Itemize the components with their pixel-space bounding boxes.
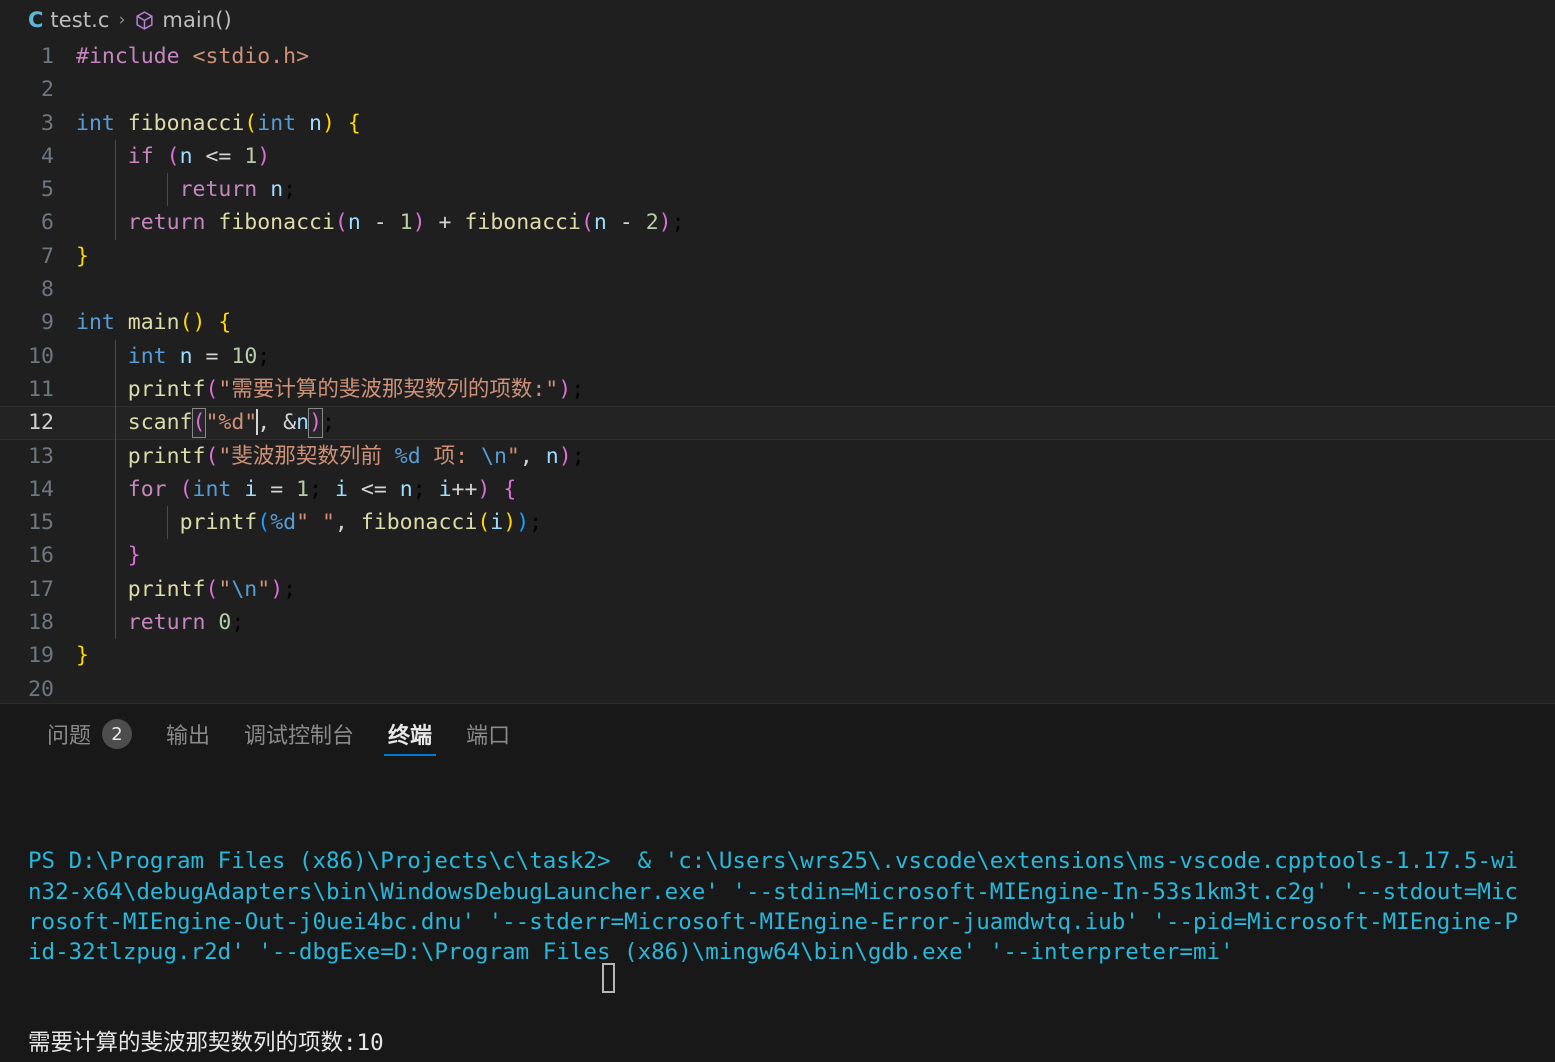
line-number: 13 (28, 443, 54, 469)
code-line[interactable]: 5 return n; (0, 173, 1555, 207)
code-text: scanf("%d", &n); (127, 408, 335, 439)
code-line[interactable]: 19 } (0, 639, 1555, 672)
code-line[interactable]: 9 int main() { (0, 306, 1555, 339)
code-line[interactable]: 16 } (0, 539, 1555, 573)
code-line[interactable]: 1 #include <stdio.h> (0, 40, 1555, 73)
code-text: } (76, 243, 89, 269)
line-number: 8 (41, 277, 54, 303)
line-number: 2 (41, 77, 54, 103)
code-editor[interactable]: C test.c › main() 1 #include <stdio.h> 2… (0, 0, 1555, 703)
tab-output[interactable]: 输出 (149, 704, 227, 764)
code-line[interactable]: 4 if (n <= 1) (0, 139, 1555, 174)
terminal-output[interactable]: PS D:\Program Files (x86)\Projects\c\tas… (0, 786, 1555, 1062)
terminal-command-line: PS D:\Program Files (x86)\Projects\c\tas… (28, 848, 1519, 966)
line-number: 19 (28, 643, 54, 669)
tab-problems-label: 问题 (47, 724, 92, 749)
bracket-match-open: ( (191, 408, 207, 439)
code-line[interactable]: 14 for (int i = 1; i <= n; i++) { (0, 472, 1555, 507)
code-text: printf(%d" ", fibonacci(i)); (179, 510, 543, 536)
bottom-panel[interactable]: 问题 2 输出 调试控制台 终端 端口 PS D:\Program Files … (0, 703, 1555, 1062)
code-line[interactable]: 6 return fibonacci(n - 1) + fibonacci(n … (0, 206, 1555, 240)
code-text: #include <stdio.h> (76, 44, 310, 69)
line-number: 9 (41, 310, 54, 336)
code-text: if (n <= 1) (127, 143, 271, 169)
code-text: } (127, 543, 141, 569)
code-text: for (int i = 1; i <= n; i++) { (127, 476, 517, 502)
line-number: 1 (41, 44, 54, 69)
tab-problems[interactable]: 问题 2 (30, 704, 149, 764)
line-number: 20 (28, 676, 54, 702)
line-number: 4 (41, 143, 54, 169)
line-number: 3 (41, 110, 54, 136)
line-number: 5 (41, 177, 54, 203)
line-number: 15 (28, 510, 54, 536)
code-text: printf("斐波那契数列前 %d 项: \n", n); (127, 443, 585, 469)
code-lines-container[interactable]: 1 #include <stdio.h> 2 3 int fibonacci(i… (0, 40, 1555, 703)
code-line[interactable]: 20 (0, 673, 1555, 703)
tab-terminal[interactable]: 终端 (371, 704, 449, 764)
terminal-cursor (602, 963, 615, 993)
code-text: return 0; (127, 610, 245, 636)
code-text: int main() { (76, 310, 232, 336)
code-line[interactable]: 15 printf(%d" ", fibonacci(i)); (0, 506, 1555, 540)
code-text: return fibonacci(n - 1) + fibonacci(n - … (127, 210, 685, 236)
line-number: 6 (41, 210, 54, 236)
problems-count-badge: 2 (102, 719, 133, 749)
breadcrumb-file-name[interactable]: test.c (50, 8, 109, 32)
code-line[interactable]: 17 printf("\n"); (0, 572, 1555, 607)
code-line[interactable]: 13 printf("斐波那契数列前 %d 项: \n", n); (0, 439, 1555, 473)
line-number: 17 (28, 576, 54, 602)
line-number: 10 (28, 343, 54, 369)
code-line[interactable]: 10 int n = 10; (0, 339, 1555, 373)
line-number: 12 (28, 410, 54, 436)
line-number: 11 (28, 376, 54, 402)
code-line-active[interactable]: 12 scanf("%d", &n); (0, 406, 1555, 440)
line-number: 14 (28, 476, 54, 502)
code-text: int fibonacci(int n) { (76, 110, 361, 136)
code-text: int n = 10; (127, 343, 271, 369)
breadcrumb-separator: › (118, 10, 126, 30)
line-number: 7 (41, 243, 54, 269)
c-file-icon: C (28, 7, 44, 32)
tab-ports[interactable]: 端口 (449, 704, 527, 764)
code-text: printf("需要计算的斐波那契数列的项数:"); (127, 376, 585, 402)
panel-tab-bar[interactable]: 问题 2 输出 调试控制台 终端 端口 (0, 704, 1555, 764)
line-number: 16 (28, 543, 54, 569)
line-number: 18 (28, 610, 54, 636)
terminal-output-line-1: 需要计算的斐波那契数列的项数:10 (28, 1029, 384, 1056)
cube-icon (134, 10, 155, 31)
code-text: return n; (179, 177, 297, 203)
tab-terminal-label: 终端 (388, 724, 433, 749)
code-line[interactable]: 7 } (0, 240, 1555, 273)
tab-debug-console-label: 调试控制台 (244, 724, 355, 749)
code-line[interactable]: 18 return 0; (0, 606, 1555, 640)
code-text: printf("\n"); (127, 576, 297, 602)
tab-debug-console[interactable]: 调试控制台 (227, 704, 371, 764)
breadcrumb[interactable]: C test.c › main() (0, 0, 1555, 40)
bracket-match-close: ) (308, 408, 324, 439)
breadcrumb-symbol-name[interactable]: main() (162, 8, 231, 32)
code-line[interactable]: 11 printf("需要计算的斐波那契数列的项数:"); (0, 372, 1555, 407)
code-line[interactable]: 2 (0, 73, 1555, 106)
code-text: } (76, 643, 89, 669)
tab-ports-label: 端口 (466, 724, 511, 749)
code-line[interactable]: 3 int fibonacci(int n) { (0, 107, 1555, 140)
code-line[interactable]: 8 (0, 273, 1555, 306)
tab-output-label: 输出 (166, 724, 211, 749)
